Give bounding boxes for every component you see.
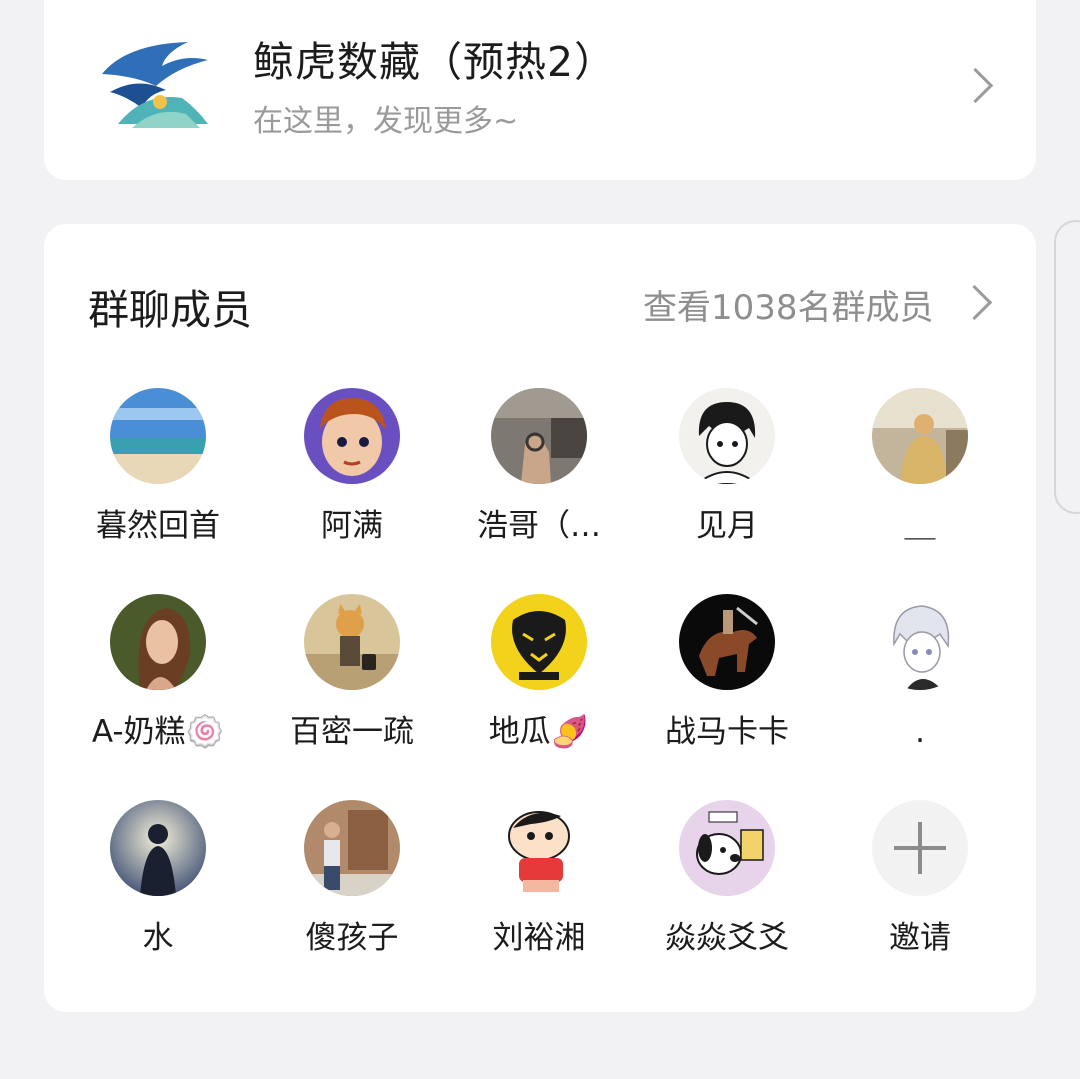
invite-label: 邀请 — [889, 920, 951, 956]
avatar-yellow-tiger-icon — [491, 594, 587, 690]
avatar-anime-sketch-icon — [872, 594, 968, 690]
member-name: 刘裕湘 — [492, 920, 586, 956]
member-item[interactable]: 焱焱爻爻 — [637, 800, 817, 958]
group-title: 鲸虎数藏（预热2） — [253, 38, 617, 86]
side-scroll-handle[interactable] — [1054, 220, 1080, 514]
member-item[interactable]: ＿ — [830, 388, 1010, 546]
avatar-cat-suit-icon — [304, 594, 400, 690]
avatar-man-wall-icon — [304, 800, 400, 896]
member-item[interactable]: . — [830, 594, 1010, 752]
member-name: A-奶糕🍥 — [91, 714, 225, 750]
member-item[interactable]: 水 — [68, 800, 248, 958]
avatar-woman-profile-icon — [110, 594, 206, 690]
member-item[interactable]: 阿满 — [262, 388, 442, 546]
group-subtitle: 在这里，发现更多~ — [253, 104, 519, 139]
member-name: 水 — [142, 920, 174, 956]
member-item[interactable]: 战马卡卡 — [637, 594, 817, 752]
member-item[interactable]: 暮然回首 — [68, 388, 248, 546]
members-section-title: 群聊成员 — [88, 286, 252, 334]
member-name: 见月 — [696, 508, 758, 544]
avatar-hand-photo-icon — [491, 388, 587, 484]
member-name: 阿满 — [321, 508, 383, 544]
avatar-anime-boy-icon — [679, 388, 775, 484]
member-name: 傻孩子 — [305, 920, 399, 956]
member-item[interactable]: 见月 — [637, 388, 817, 546]
member-item[interactable]: 浩哥（… — [449, 388, 629, 546]
member-name: 战马卡卡 — [665, 714, 789, 750]
view-all-members-link[interactable]: 查看1038名群成员 — [643, 280, 934, 329]
avatar-pixel-anime-icon — [304, 388, 400, 484]
member-name: 暮然回首 — [96, 508, 220, 544]
avatar-dog-cartoon-icon — [679, 800, 775, 896]
member-name: 焱焱爻爻 — [665, 920, 789, 956]
whale-wave-logo-icon — [96, 36, 216, 132]
member-name: 浩哥（… — [477, 508, 601, 544]
member-item[interactable]: 地瓜🍠 — [449, 594, 629, 752]
member-name: ＿ — [904, 508, 936, 544]
member-item[interactable]: 百密一疏 — [262, 594, 442, 752]
avatar-horse-rider-icon — [679, 594, 775, 690]
member-name: . — [915, 714, 925, 750]
member-name: 百密一疏 — [290, 714, 414, 750]
invite-item[interactable]: 邀请 — [830, 800, 1010, 958]
member-name: 地瓜🍠 — [488, 714, 590, 750]
avatar-silhouette-icon — [110, 800, 206, 896]
avatar-beach-icon — [110, 388, 206, 484]
member-item[interactable]: 刘裕湘 — [449, 800, 629, 958]
member-item[interactable]: A-奶糕🍥 — [68, 594, 248, 752]
plus-icon[interactable] — [872, 800, 968, 896]
member-item[interactable]: 傻孩子 — [262, 800, 442, 958]
avatar-man-sunset-icon — [872, 388, 968, 484]
avatar-crayon-kid-icon — [491, 800, 587, 896]
